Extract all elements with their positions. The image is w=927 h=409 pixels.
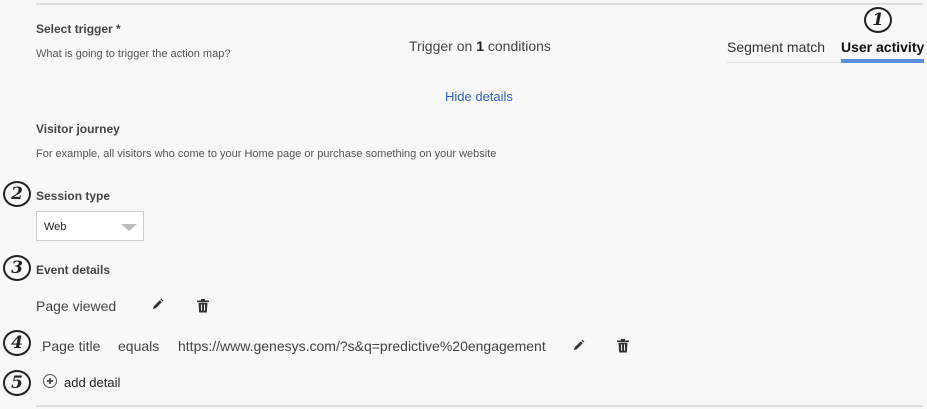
detail-value: https://www.genesys.com/?s&q=predictive%… <box>178 338 546 354</box>
visitor-journey-description: For example, all visitors who come to yo… <box>36 148 497 160</box>
active-tab-underline <box>841 59 924 63</box>
trash-icon[interactable] <box>197 299 209 318</box>
visitor-journey-title: Visitor journey <box>36 122 120 136</box>
trigger-summary-count: 1 <box>476 38 484 54</box>
select-trigger-subtitle: What is going to trigger the action map? <box>36 48 231 60</box>
trigger-summary-prefix: Trigger on <box>409 38 477 54</box>
event-name: Page viewed <box>36 298 117 314</box>
add-detail-button[interactable]: add detail <box>42 372 132 392</box>
pencil-icon[interactable] <box>572 339 585 357</box>
plus-circle-icon <box>43 374 57 388</box>
top-divider <box>36 3 923 5</box>
detail-field: Page title <box>42 338 101 354</box>
detail-operator: equals <box>118 338 160 354</box>
pencil-icon[interactable] <box>151 298 164 316</box>
trigger-summary-suffix: conditions <box>483 38 551 54</box>
tab-user-activity[interactable]: User activity <box>841 39 924 55</box>
select-trigger-title: Select trigger * <box>36 22 121 36</box>
hide-details-link[interactable]: Hide details <box>445 89 513 104</box>
trash-icon[interactable] <box>617 339 629 358</box>
callout-5: 5 <box>3 370 31 396</box>
trigger-summary: Trigger on 1 conditions <box>409 38 551 54</box>
session-type-value: Web <box>44 221 67 233</box>
tab-segment-match[interactable]: Segment match <box>727 39 825 55</box>
session-type-label: Session type <box>36 189 111 203</box>
callout-1: 1 <box>864 7 892 33</box>
chevron-down-icon <box>121 224 137 231</box>
session-type-select[interactable]: Web <box>36 211 144 241</box>
bottom-divider <box>36 405 923 407</box>
callout-2: 2 <box>3 181 31 207</box>
event-details-label: Event details <box>36 263 111 277</box>
callout-3: 3 <box>3 255 31 281</box>
add-detail-label: add detail <box>64 375 121 390</box>
callout-4: 4 <box>3 330 31 356</box>
